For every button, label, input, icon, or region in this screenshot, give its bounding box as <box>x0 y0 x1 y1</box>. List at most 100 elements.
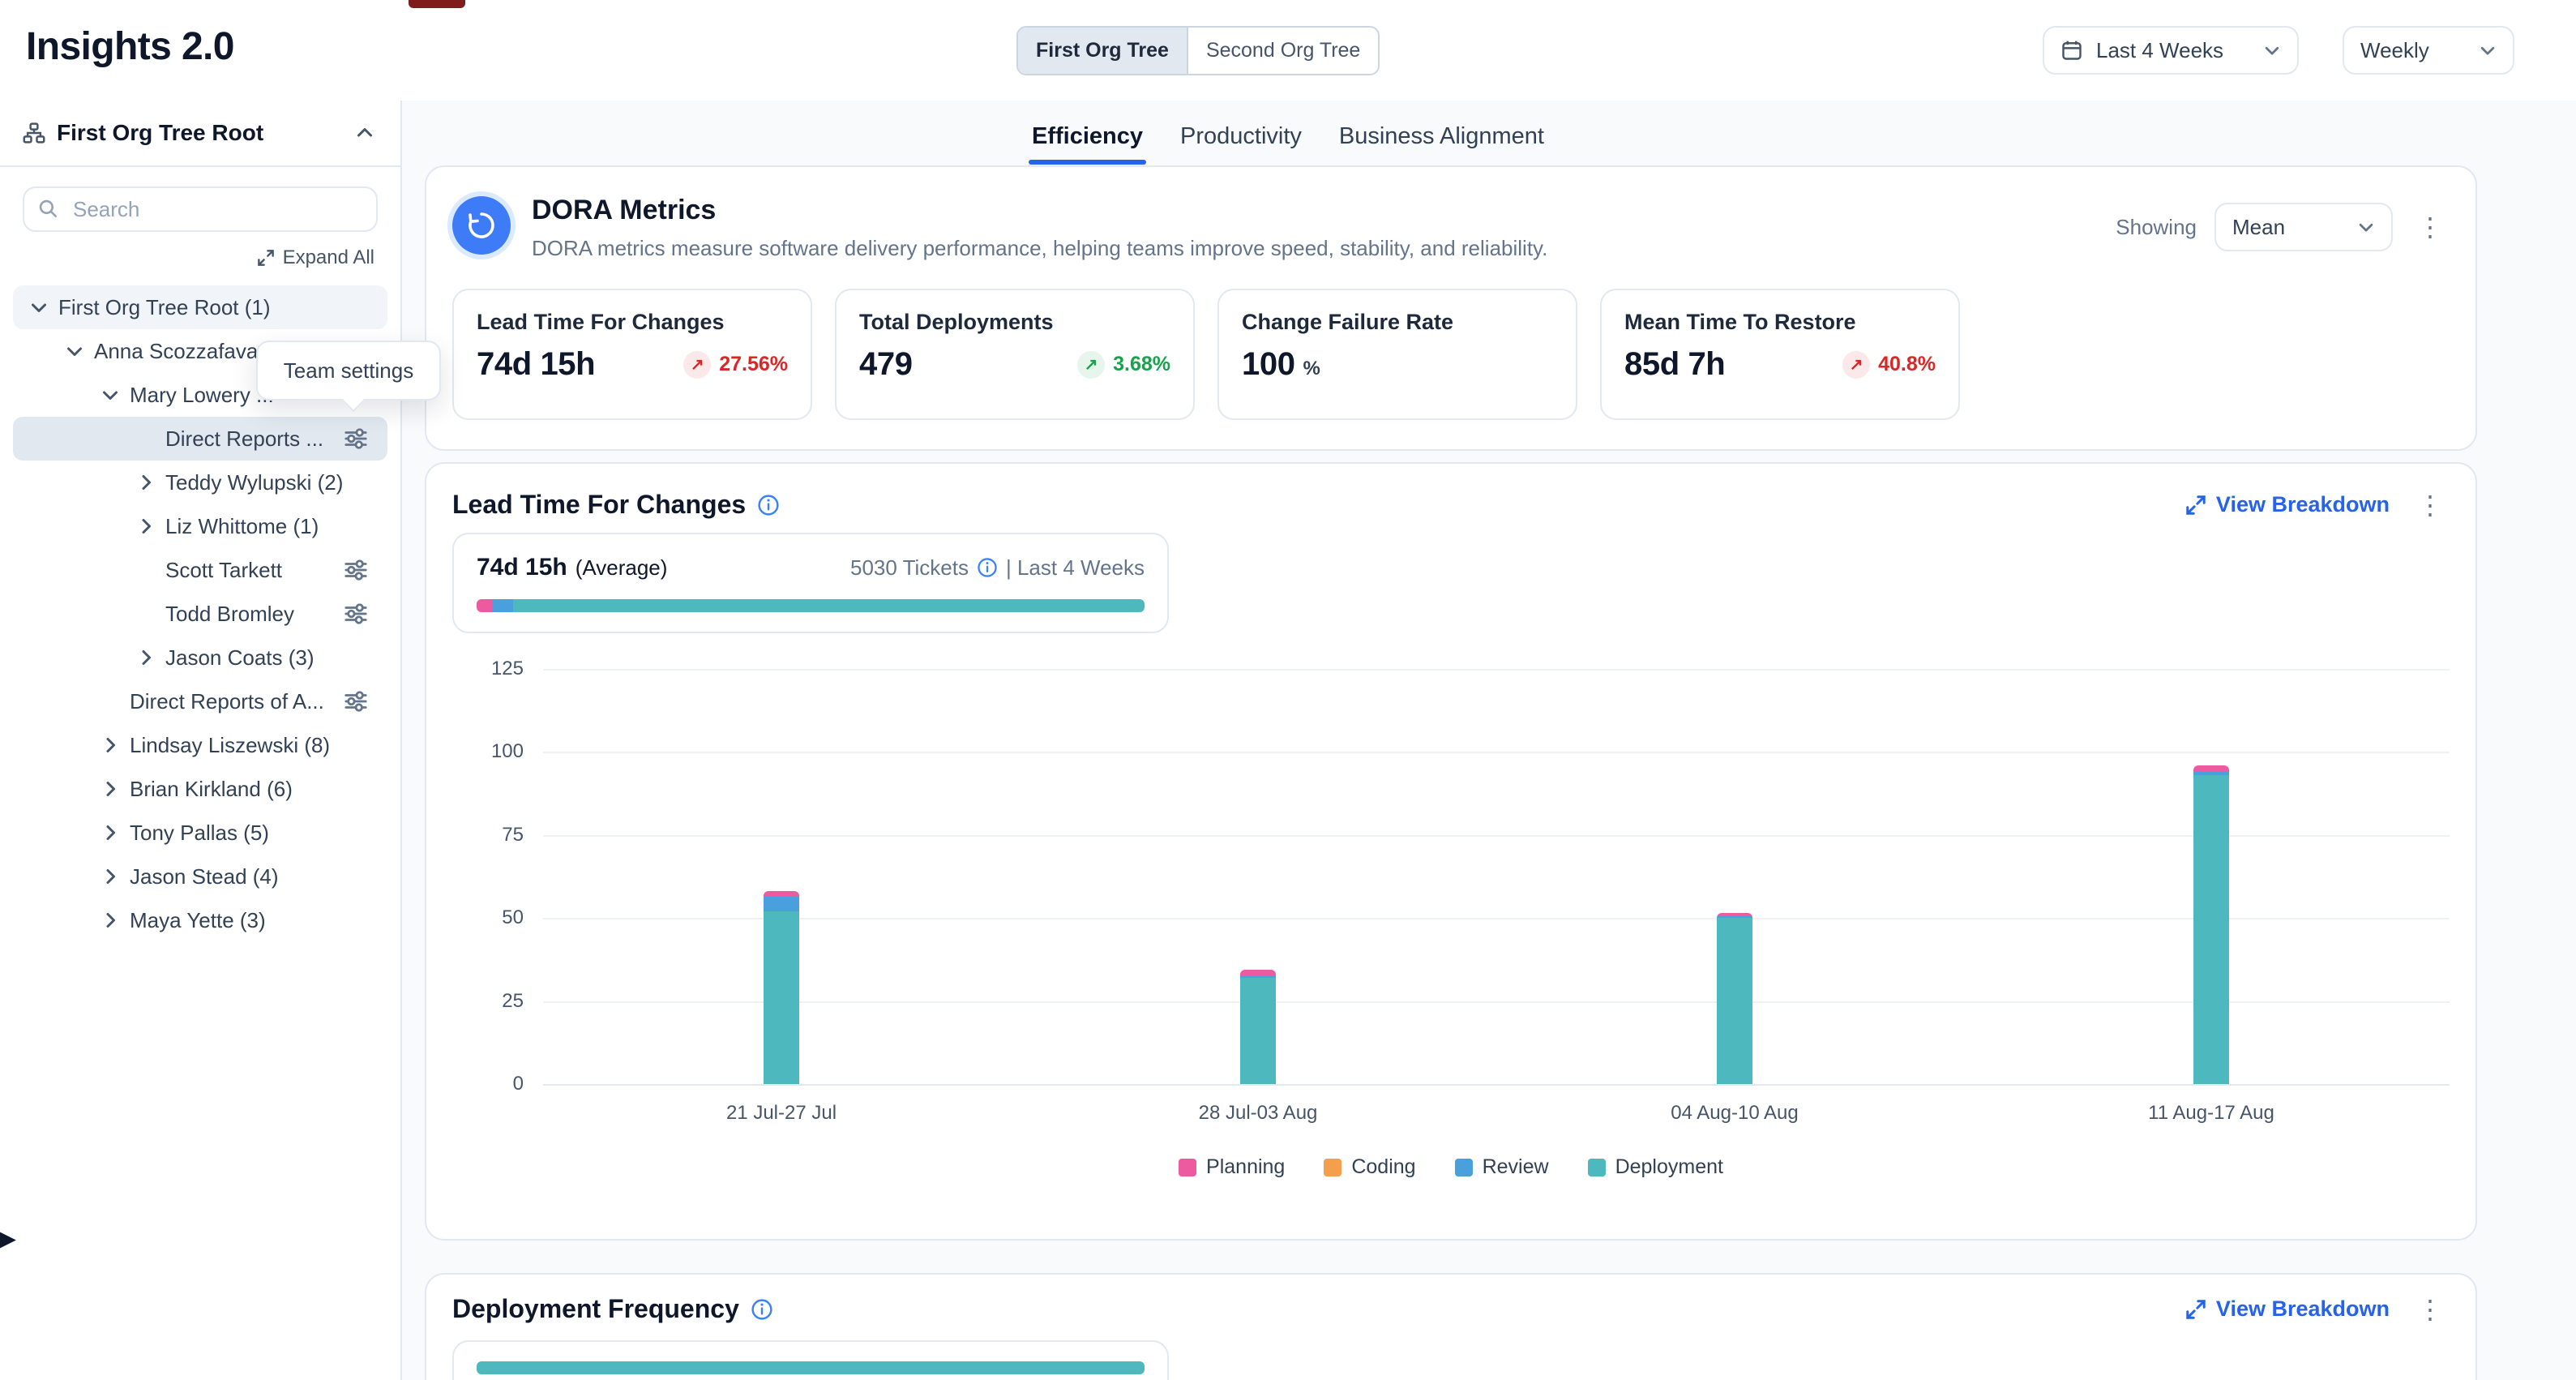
metric-value: 85d 7h <box>1624 346 1725 383</box>
bar-segment-deployment <box>764 911 799 1084</box>
chevron-right-icon[interactable] <box>130 648 162 667</box>
legend-swatch <box>1455 1159 1473 1176</box>
team-settings-icon[interactable] <box>344 689 368 714</box>
tree-item-jason-coats-3[interactable]: Jason Coats (3) <box>13 636 387 679</box>
team-settings-icon[interactable] <box>344 602 368 626</box>
deployment-actions: View Breakdown ⋮ <box>2185 1296 2450 1322</box>
bar-04-aug-10-aug[interactable] <box>1717 913 1752 1084</box>
tab-business-alignment[interactable]: Business Alignment <box>1336 105 1547 168</box>
chevron-right-icon[interactable] <box>94 779 126 799</box>
tree-item-maya-yette-3[interactable]: Maya Yette (3) <box>13 898 387 942</box>
dora-icon <box>452 196 511 255</box>
metric-delta-value: 40.8% <box>1878 353 1936 376</box>
granularity-select[interactable]: Weekly <box>2343 26 2514 75</box>
trend-up-icon: ↗ <box>1077 351 1105 379</box>
org-toggle-second-org-tree[interactable]: Second Org Tree <box>1188 28 1378 74</box>
dora-titles: DORA Metrics DORA metrics measure softwa… <box>532 193 1547 261</box>
dora-header: DORA Metrics DORA metrics measure softwa… <box>452 193 2450 261</box>
tree-item-label: Teddy Wylupski (2) <box>165 470 387 495</box>
team-settings-icon[interactable] <box>344 426 368 451</box>
info-icon[interactable] <box>757 494 780 516</box>
chevron-right-icon[interactable] <box>94 867 126 886</box>
kebab-menu-button[interactable]: ⋮ <box>2411 214 2450 240</box>
tree-item-tony-pallas-5[interactable]: Tony Pallas (5) <box>13 811 387 855</box>
tab-productivity[interactable]: Productivity <box>1177 105 1305 168</box>
tickets-count: 5030 Tickets <box>850 555 969 581</box>
gridline <box>543 1001 2450 1003</box>
chart-plot-area: 0255075100125 <box>543 669 2450 1084</box>
top-header: Insights 2.0 First Org TreeSecond Org Tr… <box>0 0 2576 101</box>
chevron-right-icon[interactable] <box>130 516 162 536</box>
legend-label: Planning <box>1206 1155 1285 1179</box>
x-axis-label: 04 Aug-10 Aug <box>1496 1102 1973 1125</box>
search-input[interactable] <box>23 186 378 232</box>
view-breakdown-link[interactable]: View Breakdown <box>2185 492 2390 517</box>
metric-title: Total Deployments <box>859 310 1170 335</box>
sidebar-expand-handle[interactable]: ▶ <box>0 1216 16 1258</box>
chevron-right-icon[interactable] <box>94 735 126 755</box>
tree-item-label: Jason Coats (3) <box>165 645 387 671</box>
lead-time-summary-card: 74d 15h (Average) 5030 Tickets | Last 4 … <box>452 533 1169 633</box>
tree-item-jason-stead-4[interactable]: Jason Stead (4) <box>13 855 387 898</box>
legend-swatch <box>1588 1159 1606 1176</box>
tree-item-direct-reports[interactable]: Direct Reports ... <box>13 417 387 461</box>
section-title-text: Deployment Frequency <box>452 1294 739 1324</box>
chevron-up-icon <box>355 123 374 143</box>
bar-21-jul-27-jul[interactable] <box>764 891 799 1084</box>
metric-value-row: 100% <box>1242 346 1553 383</box>
expand-icon <box>2185 1299 2206 1320</box>
deployment-frequency-card: Deployment Frequency View Breakdown ⋮ <box>425 1273 2477 1380</box>
x-axis-label: 21 Jul-27 Jul <box>543 1102 1020 1125</box>
kebab-menu-button[interactable]: ⋮ <box>2411 492 2450 518</box>
expand-all-button[interactable]: Expand All <box>26 246 374 269</box>
dora-description: DORA metrics measure software delivery p… <box>532 236 1547 261</box>
tree-item-lindsay-liszewski-8[interactable]: Lindsay Liszewski (8) <box>13 723 387 767</box>
kebab-menu-button[interactable]: ⋮ <box>2411 1296 2450 1322</box>
chevron-down-icon <box>2357 218 2375 236</box>
metric-delta: ↗3.68% <box>1077 351 1170 379</box>
team-settings-tooltip: Team settings <box>256 341 441 401</box>
sidebar-collapse-button[interactable] <box>352 120 378 146</box>
team-settings-icon[interactable] <box>344 558 368 582</box>
tree-item-direct-reports-of-a[interactable]: Direct Reports of A... <box>13 679 387 723</box>
metric-value-group: 100% <box>1242 346 1320 383</box>
bar-11-aug-17-aug[interactable] <box>2193 765 2229 1084</box>
tree-item-label: Liz Whittome (1) <box>165 514 387 539</box>
trend-up-icon: ↗ <box>683 351 711 379</box>
tree-item-first-org-tree-root-1[interactable]: First Org Tree Root (1) <box>13 285 387 329</box>
tree-item-teddy-wylupski-2[interactable]: Teddy Wylupski (2) <box>13 461 387 504</box>
info-icon[interactable] <box>751 1298 773 1321</box>
lead-time-distribution-bar <box>477 599 1145 612</box>
y-axis-label: 50 <box>502 906 524 929</box>
info-icon[interactable] <box>977 557 998 578</box>
chevron-down-icon[interactable] <box>23 298 55 317</box>
metric-card-total-deployments: Total Deployments479↗3.68% <box>835 289 1195 420</box>
aggregation-value: Mean <box>2232 215 2344 240</box>
legend-item-review: Review <box>1455 1155 1549 1179</box>
deployment-summary-card <box>452 1340 1169 1380</box>
metric-delta: ↗27.56% <box>683 351 788 379</box>
summary-row: 74d 15h (Average) 5030 Tickets | Last 4 … <box>477 554 1145 581</box>
tree-item-liz-whittome-1[interactable]: Liz Whittome (1) <box>13 504 387 548</box>
tab-efficiency[interactable]: Efficiency <box>1029 105 1146 168</box>
tree-item-todd-bromley[interactable]: Todd Bromley <box>13 592 387 636</box>
chevron-down-icon[interactable] <box>58 341 91 361</box>
chevron-right-icon[interactable] <box>130 473 162 492</box>
date-range-select[interactable]: Last 4 Weeks <box>2043 26 2299 75</box>
main-content: Efficiency Productivity Business Alignment… <box>404 101 2576 1380</box>
chevron-right-icon[interactable] <box>94 823 126 842</box>
aggregation-select[interactable]: Mean <box>2214 203 2393 251</box>
date-range-value: Last 4 Weeks <box>2096 38 2250 63</box>
chevron-down-icon[interactable] <box>94 385 126 405</box>
org-toggle-first-org-tree[interactable]: First Org Tree <box>1018 28 1188 74</box>
tree-item-scott-tarkett[interactable]: Scott Tarkett <box>13 548 387 592</box>
chevron-right-icon[interactable] <box>94 911 126 930</box>
chevron-down-icon <box>2263 41 2281 59</box>
dora-metrics-panel: DORA Metrics DORA metrics measure softwa… <box>425 165 2477 451</box>
tree-item-brian-kirkland-6[interactable]: Brian Kirkland (6) <box>13 767 387 811</box>
metric-title: Lead Time For Changes <box>477 310 788 335</box>
y-axis-label: 75 <box>502 824 524 846</box>
chevron-down-icon <box>2479 41 2497 59</box>
view-breakdown-link[interactable]: View Breakdown <box>2185 1296 2390 1322</box>
bar-28-jul-03-aug[interactable] <box>1240 970 1276 1084</box>
